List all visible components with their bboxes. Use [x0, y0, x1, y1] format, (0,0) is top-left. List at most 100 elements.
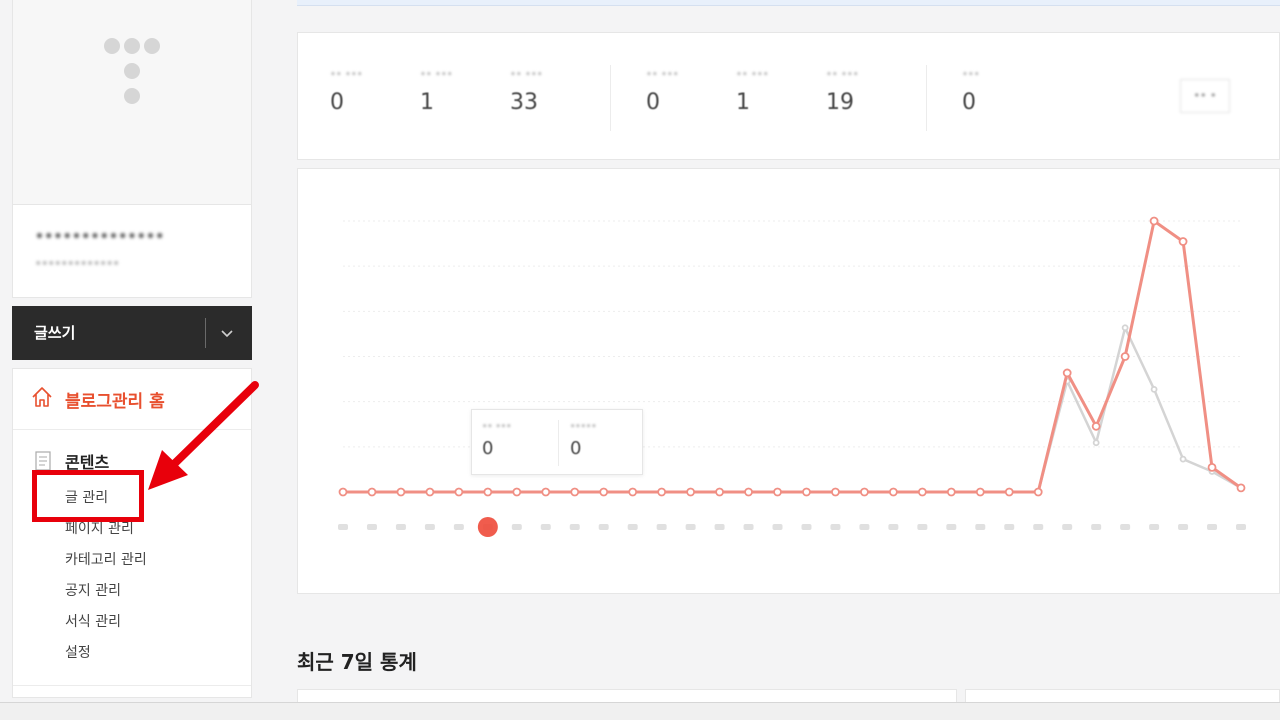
- data-point[interactable]: [1149, 216, 1159, 226]
- data-point[interactable]: [917, 487, 927, 497]
- stat-label: •• •••: [510, 69, 543, 80]
- home-icon: [32, 387, 52, 407]
- stat-item: ••• 0: [962, 69, 980, 115]
- data-point[interactable]: [367, 487, 377, 497]
- x-tick-label: [1207, 524, 1218, 530]
- menu-category-management[interactable]: 카테고리 관리: [65, 549, 147, 569]
- visitor-chart-card: •• ••• 0 ••••• 0: [297, 168, 1280, 594]
- data-point[interactable]: [396, 487, 406, 497]
- stat-item: •• ••• 19: [826, 69, 859, 115]
- data-point[interactable]: [1062, 368, 1072, 378]
- x-tick-label: [714, 524, 725, 530]
- stat-item: •• ••• 33: [510, 69, 543, 115]
- tooltip-label: •• •••: [482, 422, 512, 432]
- data-point[interactable]: [888, 487, 898, 497]
- x-tick-label: [1149, 524, 1160, 530]
- menu-settings[interactable]: 설정: [65, 642, 91, 662]
- data-point[interactable]: [512, 487, 522, 497]
- stat-value: 0: [962, 90, 976, 115]
- write-divider: [205, 318, 206, 348]
- data-point[interactable]: [541, 487, 551, 497]
- data-point[interactable]: [1120, 352, 1130, 361]
- menu-notice-management[interactable]: 공지 관리: [65, 580, 121, 600]
- recent-7day-stats-heading: 최근 7일 통계: [297, 650, 417, 674]
- data-point[interactable]: [946, 487, 956, 497]
- x-tick-label: [888, 524, 899, 530]
- window-bottom-edge: [0, 702, 1280, 720]
- top-banner: [297, 0, 1280, 6]
- data-point[interactable]: [570, 487, 580, 497]
- profile-name: ••••••••••••••: [35, 229, 165, 245]
- stats-summary-card: •• ••• 0 •• ••• 1 •• ••• 33 •• ••• 0 •• …: [297, 32, 1280, 160]
- profile-card: •••••••••••••• •••••••••••••: [12, 205, 252, 298]
- sidebar: •••••••••••••• ••••••••••••• 글쓰기 블로그관리 홈…: [12, 0, 252, 720]
- data-point[interactable]: [1179, 455, 1187, 463]
- stat-separator: [926, 65, 927, 131]
- data-point[interactable]: [628, 487, 638, 497]
- data-point[interactable]: [802, 487, 811, 497]
- data-point[interactable]: [1033, 487, 1043, 497]
- x-tick-label: [1091, 524, 1102, 530]
- write-label: 글쓰기: [34, 324, 76, 342]
- x-tick-label: [366, 524, 377, 530]
- data-point[interactable]: [1004, 487, 1014, 497]
- x-tick-label: [424, 524, 435, 530]
- stat-value: 33: [510, 90, 538, 115]
- tooltip-value: 0: [570, 438, 582, 459]
- data-point[interactable]: [338, 487, 348, 497]
- data-point[interactable]: [975, 487, 985, 497]
- data-point[interactable]: [657, 487, 667, 497]
- data-point[interactable]: [773, 487, 782, 497]
- data-point[interactable]: [831, 487, 840, 497]
- blog-logo[interactable]: [12, 0, 252, 205]
- document-icon: [35, 451, 51, 471]
- x-tick-label: [743, 524, 754, 530]
- x-tick-label: [1033, 524, 1044, 530]
- selected-date-marker[interactable]: [477, 517, 498, 537]
- data-point[interactable]: [744, 487, 753, 497]
- data-point[interactable]: [1091, 421, 1101, 431]
- x-tick-label: [540, 524, 551, 530]
- visitor-line-chart: [338, 216, 1246, 537]
- x-tick-label: [453, 524, 464, 530]
- data-point[interactable]: [686, 487, 696, 497]
- x-tick-label: [917, 524, 928, 530]
- tooltip-col: ••••• 0: [570, 422, 597, 459]
- x-tick-label: [946, 524, 957, 530]
- stats-more-button[interactable]: •• •: [1180, 79, 1230, 113]
- data-point[interactable]: [454, 487, 464, 497]
- data-point[interactable]: [1121, 324, 1129, 332]
- stat-label: •• •••: [646, 69, 679, 80]
- stat-value: 1: [736, 90, 750, 115]
- red-arrow-annotation: [148, 381, 259, 490]
- stat-item: •• ••• 0: [330, 69, 363, 115]
- x-tick-label: [1120, 524, 1131, 530]
- data-point[interactable]: [860, 487, 869, 497]
- tooltip-col: •• ••• 0: [482, 422, 511, 459]
- data-point[interactable]: [425, 487, 435, 497]
- x-tick-label: [598, 524, 609, 530]
- data-point[interactable]: [483, 487, 493, 497]
- stat-label: •• •••: [420, 69, 453, 80]
- tooltip-label: •••••: [570, 422, 597, 432]
- stat-value: 0: [646, 90, 660, 115]
- menu-template-management[interactable]: 서식 관리: [65, 611, 121, 631]
- write-post-button[interactable]: 글쓰기: [12, 306, 252, 360]
- profile-url[interactable]: •••••••••••••: [35, 257, 119, 270]
- data-point[interactable]: [1236, 483, 1246, 493]
- stat-label: •• •••: [330, 69, 363, 80]
- chevron-down-icon[interactable]: [219, 325, 235, 341]
- data-point[interactable]: [1207, 462, 1217, 472]
- chart-tooltip: •• ••• 0 ••••• 0: [471, 409, 643, 475]
- data-point[interactable]: [599, 487, 609, 497]
- x-tick-label: [830, 524, 841, 530]
- x-tick-label: [656, 524, 667, 530]
- data-point[interactable]: [1150, 385, 1158, 393]
- x-tick-label: [511, 524, 522, 530]
- x-tick-label: [1004, 524, 1015, 530]
- data-point[interactable]: [1092, 439, 1100, 447]
- data-point[interactable]: [715, 487, 724, 497]
- x-tick-label: [772, 524, 783, 530]
- data-point[interactable]: [1178, 237, 1188, 246]
- tooltip-separator: [558, 420, 559, 466]
